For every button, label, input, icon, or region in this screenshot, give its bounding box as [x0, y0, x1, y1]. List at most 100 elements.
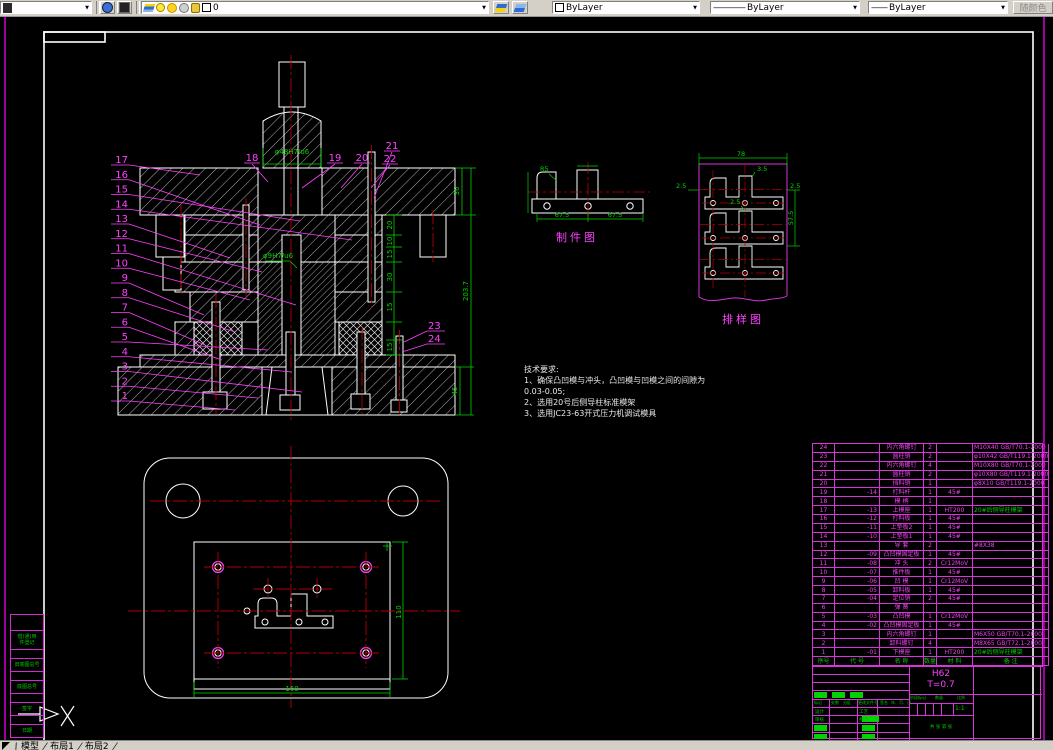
- bom-cell: [973, 524, 1049, 533]
- bom-cell: -10: [835, 533, 880, 542]
- layer-properties-icon: [102, 2, 113, 13]
- layer-previous-button[interactable]: [512, 1, 528, 14]
- bom-cell: HT200: [937, 506, 973, 515]
- stage-label: 阶段标记: [910, 695, 926, 701]
- layer-dropdown[interactable]: 0 ▼: [141, 1, 489, 14]
- bom-cell: [835, 444, 880, 453]
- bom-cell: [835, 604, 880, 613]
- callout-number: 13: [115, 214, 128, 225]
- toolbar-partial-combo[interactable]: ▼: [0, 1, 92, 14]
- lineweight-dropdown[interactable]: —— ByLayer ▼: [868, 1, 1008, 14]
- bom-cell: 3: [813, 630, 835, 639]
- dim-stack-0: 20: [386, 221, 394, 230]
- bom-cell: 1: [924, 488, 937, 497]
- margin-label: 签字: [22, 706, 32, 712]
- title-block: 标记 处数 分区 更改文件号 签名 年、月、日 设计 审核 工艺 批准 H62 …: [812, 665, 1041, 739]
- bom-cell: 45#: [937, 622, 973, 631]
- bom-cell: [937, 444, 973, 453]
- callout-number: 17: [115, 155, 128, 166]
- bom-cell: 8: [813, 586, 835, 595]
- layers-stack-icon: [143, 4, 156, 12]
- bom-cell: 圆柱销: [880, 453, 924, 462]
- chevron-down-icon: ▼: [85, 5, 89, 11]
- callout-number: 22: [384, 154, 397, 165]
- tab-layout2[interactable]: 布局2: [85, 741, 109, 750]
- bom-cell: 推件板: [880, 568, 924, 577]
- bom-cell: [973, 515, 1049, 524]
- bom-cell: 17: [813, 506, 835, 515]
- bom-cell: 1: [924, 533, 937, 542]
- bom-cell: Cr12MoV: [937, 559, 973, 568]
- bom-cell: φ8X10 GB/T119.1-2000: [973, 480, 1049, 489]
- material-spec: H62 T=0.7: [909, 669, 973, 691]
- bom-cell: 2: [924, 595, 937, 604]
- dim-right-2: 45: [451, 387, 459, 396]
- margin-info-block: 借(通)用 件登记 旧底图总号 底图总号 签字 日期: [10, 614, 44, 738]
- bom-cell: [937, 630, 973, 639]
- bom-cell: [973, 622, 1049, 631]
- tech-notes-line: 3、选用JC23-63开式压力机调试模具: [524, 408, 764, 419]
- bom-cell: [937, 497, 973, 506]
- material-thickness: T=0.7: [909, 680, 973, 691]
- tech-notes-title: 技术要求:: [524, 364, 764, 375]
- bom-cell: [973, 613, 1049, 622]
- linetype-dropdown[interactable]: ———— ByLayer ▼: [710, 1, 860, 14]
- bom-cell: 4: [924, 639, 937, 648]
- plotstyle-button[interactable]: 随颜色: [1013, 1, 1053, 14]
- bom-cell: 挡料销: [880, 480, 924, 489]
- dim-strip-t1: 3.5: [757, 165, 767, 173]
- bom-cell: [835, 471, 880, 480]
- bom-cell: 弹 簧: [880, 604, 924, 613]
- callout-number: 15: [115, 185, 128, 196]
- bom-cell: 2: [924, 444, 937, 453]
- layout-tab-bar: \ 模型 / 布局1 / 布局2 /: [0, 740, 1053, 750]
- bom-cell: [937, 462, 973, 471]
- callout-number: 10: [115, 258, 128, 269]
- bom-cell: 1: [924, 515, 937, 524]
- bom-cell: -03: [835, 613, 880, 622]
- bom-cell: [835, 542, 880, 551]
- bom-cell: 1: [813, 648, 835, 657]
- qty-label: 数量: [935, 695, 943, 701]
- bom-cell: 定位销: [880, 595, 924, 604]
- dim-stack-1: 10: [386, 237, 394, 246]
- bom-cell: 1: [924, 568, 937, 577]
- bom-cell: [973, 533, 1049, 542]
- bom-cell: 6: [813, 604, 835, 613]
- bom-cell: #8X38: [973, 542, 1049, 551]
- bom-cell: 22: [813, 462, 835, 471]
- layer-states-button[interactable]: [117, 1, 132, 14]
- dim-stack-5: 15: [386, 343, 394, 352]
- bom-cell: 下模座: [880, 648, 924, 657]
- bom-cell: [937, 480, 973, 489]
- make-layer-current-button[interactable]: [493, 1, 509, 14]
- part-drawing-label: 制件图: [556, 231, 598, 244]
- bom-cell: [973, 559, 1049, 568]
- bom-cell: [937, 542, 973, 551]
- bom-cell: 1: [924, 480, 937, 489]
- callout-number: 6: [122, 317, 128, 328]
- bom-cell: 1: [924, 622, 937, 631]
- bom-cell: [835, 453, 880, 462]
- bom-cell: 21: [813, 471, 835, 480]
- bom-cell: M6X50 GB/T70.1-2000: [973, 630, 1049, 639]
- dim-stack-3: 30: [386, 273, 394, 282]
- bom-cell: 卸料螺钉: [880, 639, 924, 648]
- callout-number: 18: [246, 153, 259, 164]
- color-dropdown[interactable]: ByLayer ▼: [552, 1, 700, 14]
- chevron-down-icon: ▼: [1001, 5, 1005, 11]
- dim-stack-4: 15: [386, 303, 394, 312]
- bom-cell: [973, 568, 1049, 577]
- bom-cell: [973, 586, 1049, 595]
- bom-cell: 45#: [937, 595, 973, 604]
- bom-cell: 内六角螺钉: [880, 444, 924, 453]
- tab-model[interactable]: 模型: [21, 741, 39, 750]
- sign-label: 审核: [815, 717, 824, 723]
- bom-cell: -09: [835, 551, 880, 560]
- tab-scroll-icon[interactable]: [2, 742, 10, 750]
- bom-cell: 内六角螺钉: [880, 630, 924, 639]
- layer-properties-button[interactable]: [100, 1, 115, 14]
- tab-layout1[interactable]: 布局1: [50, 741, 74, 750]
- bom-cell: M8X65 GB/T72.1-2000: [973, 639, 1049, 648]
- rev-label: 标记: [814, 700, 822, 706]
